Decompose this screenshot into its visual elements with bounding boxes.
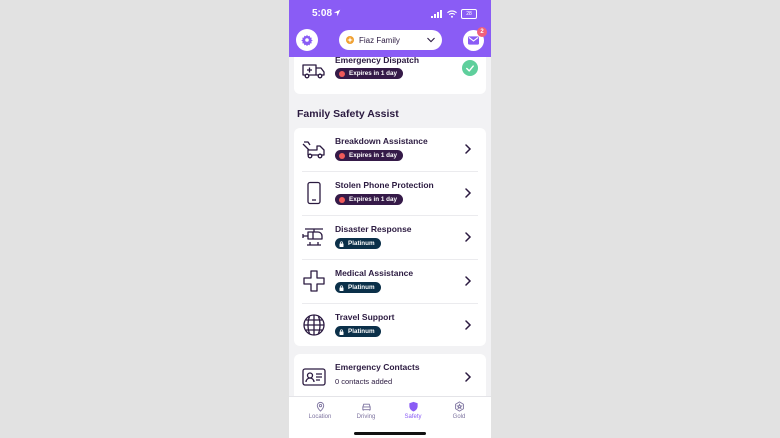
- list-item-breakdown-assistance[interactable]: Breakdown Assistance Expires in 1 day: [294, 128, 486, 171]
- wifi-icon: [447, 10, 457, 18]
- list-item-disaster-response[interactable]: Disaster Response Platinum: [294, 216, 486, 259]
- gear-icon: [301, 34, 313, 46]
- shield-icon: [408, 401, 418, 412]
- item-title: Stolen Phone Protection: [335, 180, 434, 190]
- warning-dot-icon: [339, 196, 345, 203]
- location-arrow-icon: [333, 9, 341, 17]
- expiry-badge-text: Expires in 1 day: [349, 70, 397, 77]
- warning-dot-icon: [339, 152, 345, 159]
- emergency-dispatch-title: Emergency Dispatch: [335, 57, 420, 65]
- envelope-icon: [468, 36, 479, 45]
- tab-label: Driving: [356, 414, 376, 420]
- settings-button[interactable]: [296, 29, 318, 51]
- header-bar: 5:08 28 Fiaz Family 2: [289, 0, 491, 57]
- badge-text: Platinum: [348, 284, 375, 291]
- list-item-stolen-phone-protection[interactable]: Stolen Phone Protection Expires in 1 day: [294, 172, 486, 215]
- expiry-badge: Expires in 1 day: [335, 68, 403, 79]
- badge-text: Platinum: [348, 328, 375, 335]
- tab-label: Safety: [404, 414, 422, 420]
- tab-driving[interactable]: Driving: [348, 401, 384, 420]
- car-icon: [361, 403, 371, 411]
- battery-indicator: 28: [461, 9, 477, 19]
- status-indicators: 28: [431, 9, 477, 19]
- medical-cross-icon: [303, 270, 325, 292]
- chevron-right-icon: [465, 372, 472, 382]
- tab-gold[interactable]: Gold: [441, 401, 477, 420]
- lock-icon: [339, 284, 344, 291]
- lock-icon: [339, 240, 344, 247]
- chevron-right-icon: [465, 276, 472, 286]
- expiry-badge: Expires in 1 day: [335, 150, 403, 161]
- tab-label: Gold: [452, 414, 466, 420]
- tow-truck-icon: [302, 141, 325, 159]
- item-title: Medical Assistance: [335, 268, 414, 278]
- signal-icon: [431, 10, 442, 18]
- safety-content: Emergency Dispatch Expires in 1 day Fami…: [289, 57, 491, 396]
- home-indicator: [354, 432, 426, 435]
- helicopter-icon: [302, 228, 323, 246]
- chevron-down-icon: [427, 37, 435, 43]
- chevron-right-icon: [465, 188, 472, 198]
- platinum-badge: Platinum: [335, 326, 381, 337]
- emergency-contacts-card[interactable]: Emergency Contacts 0 contacts added: [294, 354, 486, 396]
- platinum-badge: Platinum: [335, 238, 381, 249]
- tab-label: Location: [308, 414, 332, 420]
- check-circle-icon: [462, 60, 478, 76]
- ambulance-icon: [302, 64, 325, 79]
- globe-icon: [303, 314, 325, 336]
- family-avatar-icon: [346, 36, 354, 44]
- tab-location[interactable]: Location: [302, 401, 338, 420]
- contact-card-icon: [302, 368, 326, 386]
- section-title: Family Safety Assist: [297, 108, 399, 120]
- safety-assist-card: Breakdown Assistance Expires in 1 day St…: [294, 128, 486, 346]
- badge-text: Expires in 1 day: [349, 152, 397, 159]
- emergency-contacts-title: Emergency Contacts: [335, 362, 420, 372]
- item-title: Disaster Response: [335, 224, 412, 234]
- warning-dot-icon: [339, 70, 345, 77]
- status-time: 5:08: [312, 8, 333, 19]
- emergency-dispatch-card[interactable]: Emergency Dispatch Expires in 1 day: [294, 57, 486, 94]
- lock-icon: [339, 328, 344, 335]
- list-item-medical-assistance[interactable]: Medical Assistance Platinum: [294, 260, 486, 303]
- chevron-right-icon: [465, 144, 472, 154]
- chevron-right-icon: [465, 232, 472, 242]
- messages-button[interactable]: 2: [463, 27, 487, 51]
- family-selector[interactable]: Fiaz Family: [339, 30, 442, 50]
- item-title: Breakdown Assistance: [335, 136, 428, 146]
- phone-icon: [307, 181, 321, 205]
- platinum-badge: Platinum: [335, 282, 381, 293]
- phone-screen: 5:08 28 Fiaz Family 2 Emergency Dispatch…: [289, 0, 491, 438]
- chevron-right-icon: [465, 320, 472, 330]
- contacts-count: 0 contacts added: [335, 377, 393, 386]
- item-title: Travel Support: [335, 312, 395, 322]
- expiry-badge: Expires in 1 day: [335, 194, 403, 205]
- gold-badge-icon: [454, 401, 464, 412]
- family-name: Fiaz Family: [359, 35, 400, 45]
- badge-text: Platinum: [348, 240, 375, 247]
- list-item-travel-support[interactable]: Travel Support Platinum: [294, 304, 486, 347]
- badge-text: Expires in 1 day: [349, 196, 397, 203]
- notification-badge: 2: [477, 27, 487, 37]
- tab-safety[interactable]: Safety: [395, 401, 431, 420]
- location-pin-icon: [316, 401, 324, 412]
